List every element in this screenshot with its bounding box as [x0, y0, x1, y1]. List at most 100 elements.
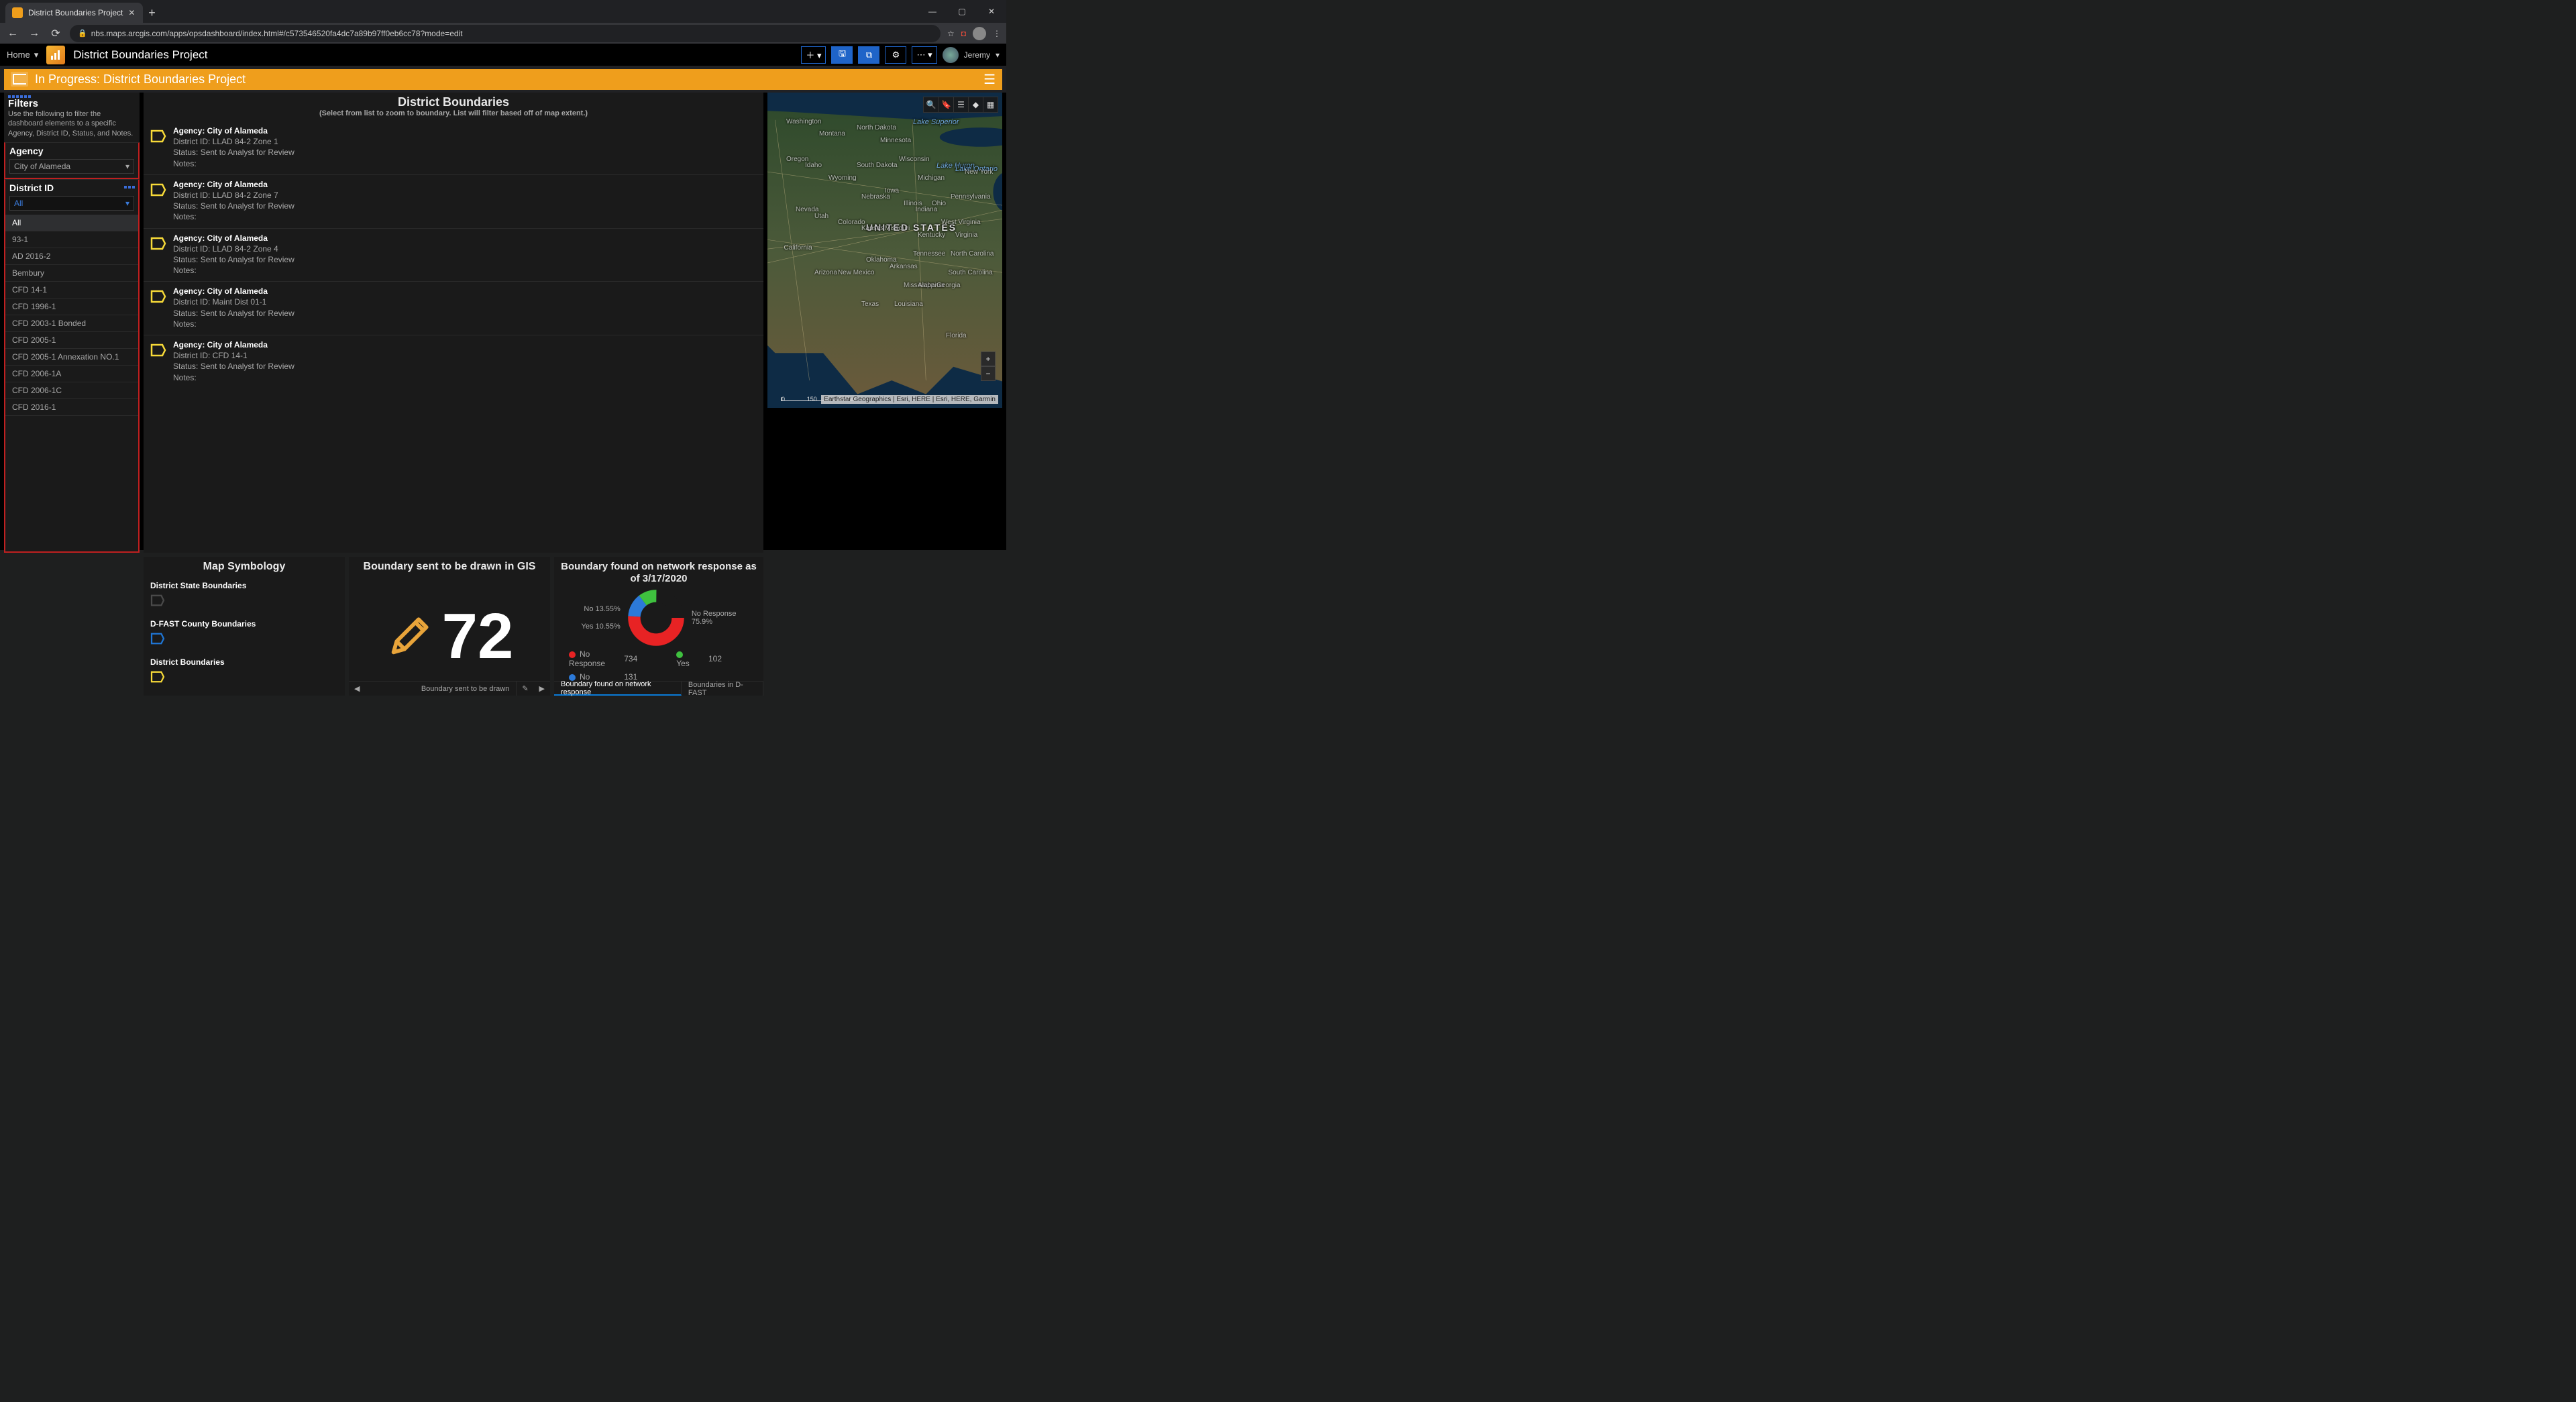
chevron-down-icon: ▾ — [125, 162, 129, 171]
url-input[interactable]: 🔒 nbs.maps.arcgis.com/apps/opsdashboard/… — [70, 25, 941, 42]
chevron-down-icon: ▾ — [125, 199, 129, 208]
chevron-down-icon: ▾ — [34, 50, 39, 60]
donut-title: Boundary found on network response as of… — [554, 557, 763, 589]
map-label-state: Louisiana — [894, 301, 923, 308]
district-option[interactable]: AD 2016-2 — [5, 248, 138, 265]
boundaries-subtitle: (Select from list to zoom to boundary. L… — [144, 109, 763, 121]
district-option[interactable]: All — [5, 215, 138, 231]
district-option-list: All93-1AD 2016-2BemburyCFD 14-1CFD 1996-… — [5, 215, 138, 416]
map-label-state: Utah — [814, 213, 828, 220]
map-label-state: South Carolina — [949, 269, 993, 276]
add-widget-button[interactable]: ＋ ▾ — [801, 46, 826, 64]
app-header: Home ▾ District Boundaries Project ＋ ▾ 🖫… — [0, 44, 1006, 66]
window-close-icon[interactable]: ✕ — [977, 0, 1006, 23]
basemap-icon[interactable]: ▦ — [983, 97, 998, 112]
edit-icon[interactable]: ✎ — [517, 684, 533, 693]
bookmark-icon[interactable]: 🔖 — [938, 97, 953, 112]
indicator-tab[interactable]: Boundary sent to be drawn — [415, 682, 517, 696]
map-label-state: New Mexico — [838, 269, 874, 276]
flag-icon — [150, 183, 166, 197]
more-button[interactable]: ⋯ ▾ — [912, 46, 936, 64]
browser-menu-icon[interactable]: ⋮ — [993, 29, 1001, 38]
user-name[interactable]: Jeremy — [964, 50, 990, 60]
browser-tab[interactable]: District Boundaries Project ✕ — [5, 3, 143, 23]
search-icon[interactable]: 🔍 — [924, 97, 938, 112]
agency-label: Agency — [5, 143, 138, 159]
district-option[interactable]: CFD 2006-1C — [5, 382, 138, 399]
indicator-value: 72 — [442, 604, 514, 669]
map-label-state: Washington — [786, 118, 821, 125]
boundary-item[interactable]: Agency: City of Alameda District ID: Mai… — [144, 281, 763, 335]
district-option[interactable]: Bembury — [5, 265, 138, 282]
agency-dropdown[interactable]: City of Alameda ▾ — [9, 159, 134, 174]
map-label-state: Kentucky — [918, 231, 945, 239]
bookmark-star-icon[interactable]: ☆ — [947, 29, 955, 38]
banner-header: In Progress: District Boundaries Project… — [4, 69, 1002, 90]
map-label-state: Minnesota — [880, 137, 911, 144]
map-label-state: Idaho — [805, 162, 822, 169]
user-avatar-icon[interactable] — [943, 47, 959, 63]
settings-button[interactable]: ⚙ — [885, 46, 906, 64]
map-label-state: Michigan — [918, 174, 945, 182]
district-filter: District ID All ▾ All93-1AD 2016-2Bembur… — [4, 179, 140, 553]
new-tab-button[interactable]: + — [143, 3, 160, 23]
app-title: District Boundaries Project — [73, 48, 207, 62]
district-option[interactable]: CFD 2006-1A — [5, 366, 138, 382]
donut-chart — [627, 589, 685, 647]
chevron-down-icon[interactable]: ▾ — [996, 50, 1000, 60]
home-menu[interactable]: Home ▾ — [7, 50, 38, 60]
district-option[interactable]: CFD 2005-1 — [5, 332, 138, 349]
map-label-state: New York — [965, 168, 993, 176]
banner-menu-icon[interactable]: ☰ — [983, 71, 996, 88]
window-minimize-icon[interactable]: — — [918, 0, 947, 23]
flag-icon — [150, 290, 166, 303]
donut-tab-1[interactable]: Boundary found on network response — [554, 682, 682, 696]
map-label-state: Georgia — [936, 282, 961, 289]
next-page-icon[interactable]: ▶ — [534, 684, 550, 693]
boundary-item[interactable]: Agency: City of Alameda District ID: CFD… — [144, 335, 763, 388]
nav-back-icon[interactable]: ← — [5, 28, 20, 40]
zoom-in-button[interactable]: + — [981, 352, 996, 366]
map-widget[interactable]: 🔍 🔖 ☰ ◆ ▦ + − 0 150 300mi Earthst — [767, 93, 1002, 408]
nav-forward-icon[interactable]: → — [27, 28, 42, 40]
boundary-item[interactable]: Agency: City of Alameda District ID: LLA… — [144, 228, 763, 282]
boundaries-panel: District Boundaries (Select from list to… — [144, 93, 763, 553]
district-option[interactable]: CFD 14-1 — [5, 282, 138, 299]
layers-icon[interactable]: ◆ — [968, 97, 983, 112]
browser-titlebar: District Boundaries Project ✕ + — ▢ ✕ — [0, 0, 1006, 23]
profile-avatar-icon[interactable] — [973, 27, 986, 40]
map-label-state: South Dakota — [857, 162, 898, 169]
donut-tab-2[interactable]: Boundaries in D-FAST — [682, 682, 763, 696]
map-label-state: Wyoming — [828, 174, 857, 182]
filters-title: Filters — [8, 98, 136, 109]
district-dropdown[interactable]: All ▾ — [9, 196, 134, 211]
url-text: nbs.maps.arcgis.com/apps/opsdashboard/in… — [91, 29, 463, 38]
donut-label-yes: Yes 10.55% — [582, 623, 621, 631]
zoom-out-button[interactable]: − — [981, 366, 996, 381]
map-label-state: Missouri — [885, 225, 910, 232]
layout-button[interactable]: ⧉ — [858, 46, 879, 64]
agency-filter: Agency City of Alameda ▾ — [4, 142, 140, 179]
window-maximize-icon[interactable]: ▢ — [947, 0, 977, 23]
prev-page-icon[interactable]: ◀ — [349, 684, 365, 693]
panel-drag-handle-icon[interactable] — [123, 181, 136, 191]
indicator-title: Boundary sent to be drawn in GIS — [349, 557, 550, 577]
map-label-state: Wisconsin — [899, 156, 930, 163]
district-option[interactable]: CFD 2005-1 Annexation NO.1 — [5, 349, 138, 366]
tab-close-icon[interactable]: ✕ — [128, 8, 135, 17]
indicator-card: Boundary sent to be drawn in GIS 72 ◀ B — [349, 557, 550, 696]
district-option[interactable]: 93-1 — [5, 231, 138, 248]
nav-reload-icon[interactable]: ⟳ — [48, 27, 63, 40]
map-label-state: Montana — [819, 130, 845, 138]
district-option[interactable]: CFD 2003-1 Bonded — [5, 315, 138, 332]
district-option[interactable]: CFD 1996-1 — [5, 299, 138, 315]
extension-icon[interactable]: ◘ — [961, 29, 966, 38]
boundary-item[interactable]: Agency: City of Alameda District ID: LLA… — [144, 174, 763, 228]
boundary-item[interactable]: Agency: City of Alameda District ID: LLA… — [144, 121, 763, 174]
filters-description: Use the following to filter the dashboar… — [8, 109, 136, 138]
district-option[interactable]: CFD 2016-1 — [5, 399, 138, 416]
save-button[interactable]: 🖫 — [831, 46, 853, 64]
symbology-item: District Boundaries — [150, 657, 338, 685]
symbol-flag-icon — [150, 594, 165, 606]
legend-icon[interactable]: ☰ — [953, 97, 968, 112]
